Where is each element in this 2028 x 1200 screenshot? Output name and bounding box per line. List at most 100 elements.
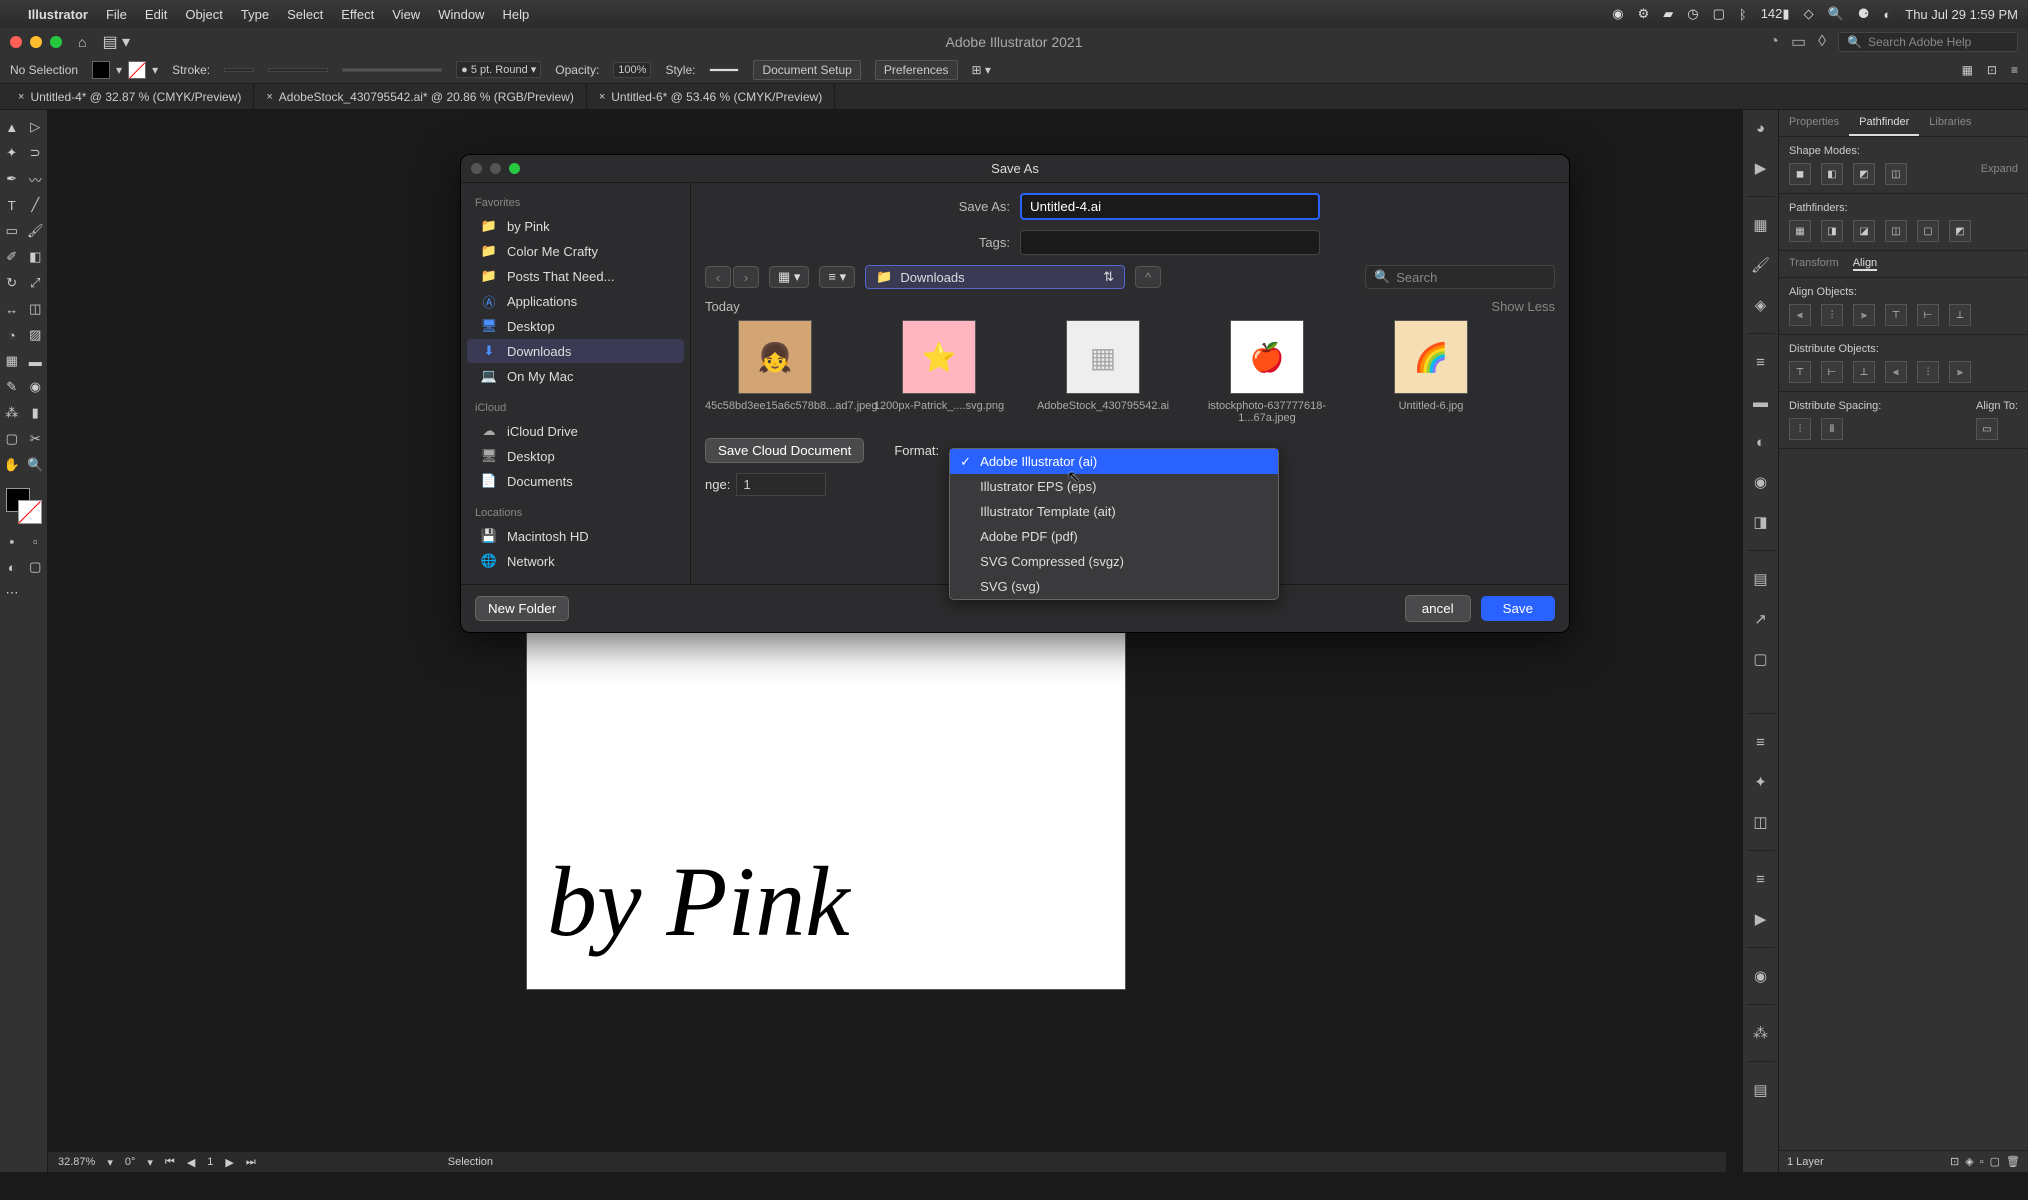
- file-item[interactable]: ▦AdobeStock_430795542.ai: [1033, 320, 1173, 424]
- zoom-tool[interactable]: 🔍: [24, 452, 48, 478]
- dialog-min-dot[interactable]: [490, 163, 501, 174]
- sidebar-item[interactable]: ⒶApplications: [467, 289, 684, 313]
- stroke-profile-dropdown[interactable]: [268, 68, 328, 72]
- rotate-tool[interactable]: ↻: [0, 270, 24, 296]
- appearance-icon[interactable]: ◉: [1749, 470, 1773, 494]
- format-option[interactable]: Illustrator Template (ait): [950, 499, 1278, 524]
- show-less-button[interactable]: Show Less: [1491, 299, 1555, 314]
- color-panel-icon[interactable]: ◕: [1749, 116, 1773, 140]
- clock-icon[interactable]: ◷: [1687, 6, 1698, 22]
- spotlight-icon[interactable]: 🔍: [1828, 6, 1844, 22]
- transform-icon[interactable]: ⊡: [1987, 63, 1997, 77]
- list-icon[interactable]: ≡: [2011, 63, 2018, 77]
- wifi-icon[interactable]: ◇: [1804, 6, 1814, 22]
- distribute-vcenter-icon[interactable]: ⊢: [1821, 361, 1843, 383]
- user-icon[interactable]: ◔: [1769, 33, 1779, 51]
- sidebar-item[interactable]: 🌐Network: [467, 549, 684, 573]
- cancel-button[interactable]: ancel: [1405, 595, 1471, 622]
- nav-back-button[interactable]: ‹: [705, 266, 731, 288]
- save-button[interactable]: Save: [1481, 596, 1555, 621]
- menu-object[interactable]: Object: [185, 7, 223, 22]
- nav-forward-button[interactable]: ›: [733, 266, 759, 288]
- icon-view-button[interactable]: ▦ ▾: [769, 266, 809, 288]
- properties-tab[interactable]: Properties: [1779, 110, 1849, 136]
- zoom-dropdown[interactable]: 32.87%: [58, 1156, 95, 1168]
- group-button[interactable]: ≡ ▾: [819, 266, 855, 288]
- range-input[interactable]: [736, 473, 826, 496]
- status-icon[interactable]: ⚙: [1638, 6, 1650, 22]
- document-tab[interactable]: × Untitled-4* @ 32.87 % (CMYK/Preview): [6, 84, 254, 109]
- control-center-icon[interactable]: ⚈: [1858, 6, 1870, 22]
- line-tool[interactable]: ╱: [24, 192, 48, 218]
- fullscreen-window-button[interactable]: [50, 36, 62, 48]
- align-to-dropdown[interactable]: ▭: [1976, 418, 1998, 440]
- battery-icon[interactable]: 142▮: [1761, 6, 1790, 22]
- artboard-nav-prev[interactable]: ◀: [187, 1156, 195, 1169]
- lasso-tool[interactable]: ⊃: [24, 140, 48, 166]
- artboard-number[interactable]: 1: [207, 1156, 213, 1168]
- sidebar-item-selected[interactable]: ⬇Downloads: [467, 339, 684, 363]
- learn-icon[interactable]: ✦: [1749, 770, 1773, 794]
- layer-new-icon[interactable]: ▢: [1990, 1155, 2000, 1168]
- menu-edit[interactable]: Edit: [145, 7, 167, 22]
- brushes-icon[interactable]: 🖌: [1749, 253, 1773, 277]
- brush-dropdown[interactable]: ● 5 pt. Round ▾: [456, 61, 541, 78]
- sidebar-item[interactable]: 📁Posts That Need...: [467, 264, 684, 288]
- layer-locate-icon[interactable]: ◈: [1965, 1155, 1973, 1168]
- align-icon[interactable]: ⊞ ▾: [972, 63, 991, 77]
- outline-icon[interactable]: ▢: [1917, 220, 1939, 242]
- file-item[interactable]: 🍎istockphoto-637777618-1...67a.jpeg: [1197, 320, 1337, 424]
- intersect-icon[interactable]: ◩: [1853, 163, 1875, 185]
- artboard-tool[interactable]: ▢: [0, 426, 24, 452]
- stroke-icon[interactable]: ≡: [1749, 350, 1773, 374]
- file-item[interactable]: ⭐1200px-Patrick_....svg.png: [869, 320, 1009, 424]
- shape-builder-tool[interactable]: ◔: [0, 322, 24, 348]
- format-option[interactable]: SVG Compressed (svgz): [950, 549, 1278, 574]
- siri-icon[interactable]: ◐: [1883, 7, 1891, 22]
- layers-icon[interactable]: ▤: [1749, 567, 1773, 591]
- screen-mode[interactable]: ▢: [24, 554, 48, 580]
- stroke-weight-dropdown[interactable]: [224, 68, 254, 72]
- menu-select[interactable]: Select: [287, 7, 323, 22]
- direct-selection-tool[interactable]: ▷: [24, 114, 48, 140]
- type-tool[interactable]: T: [0, 192, 24, 218]
- draw-mode[interactable]: ◐: [0, 554, 24, 580]
- sidebar-item[interactable]: 📁by Pink: [467, 214, 684, 238]
- file-item[interactable]: 🌈Untitled-6.jpg: [1361, 320, 1501, 424]
- menu-window[interactable]: Window: [438, 7, 484, 22]
- magic-wand-tool[interactable]: ✦: [0, 140, 24, 166]
- app-name[interactable]: Illustrator: [28, 7, 88, 22]
- slice-tool[interactable]: ✂: [24, 426, 48, 452]
- filename-input[interactable]: [1020, 193, 1320, 220]
- dialog-max-dot[interactable]: [509, 163, 520, 174]
- record-icon[interactable]: ◉: [1612, 6, 1623, 22]
- close-tab-icon[interactable]: ×: [266, 91, 272, 103]
- attributes-icon[interactable]: ▤: [1749, 1078, 1773, 1102]
- fill-stroke-control[interactable]: [0, 484, 47, 528]
- help-icon[interactable]: ◊: [1818, 33, 1826, 51]
- color-guide-icon[interactable]: ▶: [1749, 156, 1773, 180]
- file-item[interactable]: 👧45c58bd3ee15a6c578b8...ad7.jpeg: [705, 320, 845, 424]
- sidebar-item[interactable]: ☁iCloud Drive: [467, 419, 684, 443]
- close-tab-icon[interactable]: ×: [18, 91, 24, 103]
- gradient-icon[interactable]: ▬: [1749, 390, 1773, 414]
- distribute-hspace-icon[interactable]: ⫶: [1789, 418, 1811, 440]
- libraries-icon[interactable]: ◫: [1749, 810, 1773, 834]
- style-dropdown[interactable]: [709, 68, 739, 72]
- minus-back-icon[interactable]: ◩: [1949, 220, 1971, 242]
- perspective-tool[interactable]: ▨: [24, 322, 48, 348]
- menu-file[interactable]: File: [106, 7, 127, 22]
- navigator-icon[interactable]: ◉: [1749, 964, 1773, 988]
- align-top-icon[interactable]: ⊤: [1885, 304, 1907, 326]
- close-window-button[interactable]: [10, 36, 22, 48]
- align-left-icon[interactable]: ⫷: [1789, 304, 1811, 326]
- location-dropdown[interactable]: 📁 Downloads ⇅: [865, 265, 1125, 289]
- gradient-tool[interactable]: ▬: [24, 348, 48, 374]
- width-tool[interactable]: ↔: [0, 296, 24, 322]
- opacity-input[interactable]: 100%: [613, 62, 651, 78]
- bluetooth-icon[interactable]: ᛒ: [1739, 7, 1747, 22]
- align-subtab[interactable]: Align: [1853, 257, 1877, 271]
- sidebar-item[interactable]: 🖥Desktop: [467, 444, 684, 468]
- menu-type[interactable]: Type: [241, 7, 269, 22]
- curvature-tool[interactable]: 〰: [24, 166, 48, 192]
